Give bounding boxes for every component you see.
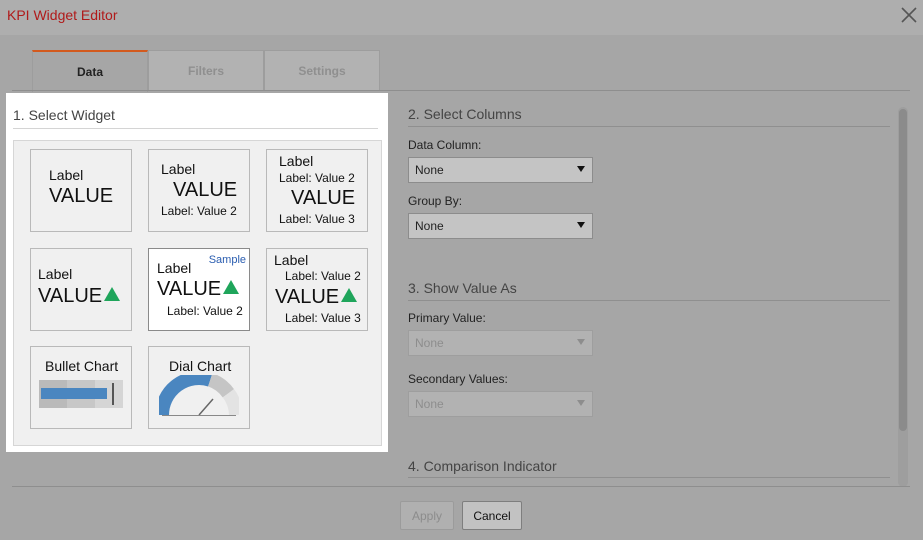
widget-sub-label: Label: Value 2 (161, 204, 237, 218)
widget-sub-label: Label: Value 2 (279, 171, 355, 185)
widget-label: Label (157, 260, 192, 276)
tab-filters[interactable]: Filters (148, 50, 264, 91)
caret-down-icon (577, 222, 585, 228)
widget-sub-label: Label: Value 2 (167, 304, 243, 318)
widget-option-value-indicator-sub[interactable]: Sample Label VALUE Label: Value 2 (148, 248, 250, 331)
select-widget-panel: 1. Select Widget Label VALUE Label VALUE… (6, 93, 388, 452)
dialog-body: Data Filters Settings 1. Select Widget L… (0, 35, 923, 540)
close-icon[interactable] (898, 4, 920, 26)
footer-divider (12, 486, 910, 487)
widget-sub-label: Label: Value 2 (285, 269, 361, 283)
primary-value-value: None (415, 336, 444, 350)
tab-data[interactable]: Data (32, 50, 148, 92)
secondary-values-value: None (415, 397, 444, 411)
tab-data-label: Data (76, 65, 103, 79)
widget-option-value-two-subs[interactable]: Label Label: Value 2 VALUE Label: Value … (266, 149, 368, 232)
widget-label: Label (38, 266, 73, 282)
caret-down-icon (577, 166, 585, 172)
group-by-value: None (415, 219, 444, 233)
widget-option-value-indicator-two-subs[interactable]: Label Label: Value 2 VALUE Label: Value … (266, 248, 368, 331)
tab-settings[interactable]: Settings (264, 50, 380, 91)
widget-option-dial-chart[interactable]: Dial Chart (148, 346, 250, 429)
group-by-select[interactable]: None (408, 213, 593, 239)
section-divider (13, 128, 378, 129)
widget-value: VALUE (275, 286, 340, 308)
widget-value: VALUE (49, 185, 114, 207)
widget-value: VALUE (157, 278, 222, 300)
triangle-up-icon (104, 287, 121, 301)
widget-value: VALUE (173, 179, 238, 201)
panel-scrollbar[interactable] (898, 107, 908, 487)
widget-gallery: Label VALUE Label VALUE Label: Value 2 L… (13, 140, 382, 446)
bullet-chart-icon (39, 380, 123, 408)
widget-label: Label (161, 161, 196, 177)
data-column-label: Data Column: (408, 138, 482, 152)
triangle-up-icon (341, 288, 358, 302)
section-divider (408, 300, 890, 301)
widget-label: Label (274, 252, 309, 268)
widget-option-value[interactable]: Label VALUE (30, 149, 132, 232)
select-columns-title: 2. Select Columns (408, 106, 522, 122)
primary-value-label: Primary Value: (408, 311, 486, 325)
dial-chart-icon (159, 375, 239, 416)
tab-settings-label: Settings (298, 64, 346, 78)
primary-value-select[interactable]: None (408, 330, 593, 356)
widget-label: Label (49, 167, 84, 183)
group-by-label: Group By: (408, 194, 463, 208)
widget-value: VALUE (291, 187, 356, 209)
widget-sub-label: Label: Value 3 (285, 311, 361, 325)
tab-filters-label: Filters (187, 64, 224, 78)
widget-sub-label: Label: Value 3 (279, 212, 355, 226)
caret-down-icon (577, 400, 585, 406)
widget-label: Label (279, 153, 314, 169)
sample-badge: Sample (208, 254, 246, 266)
widget-option-value-indicator[interactable]: Label VALUE (30, 248, 132, 331)
widget-option-value-sub[interactable]: Label VALUE Label: Value 2 (148, 149, 250, 232)
widget-option-bullet-chart[interactable]: Bullet Chart (30, 346, 132, 429)
widget-value: VALUE (38, 285, 103, 307)
secondary-values-label: Secondary Values: (408, 372, 508, 386)
secondary-values-select[interactable]: None (408, 391, 593, 417)
window-title: KPI Widget Editor (7, 7, 118, 23)
comparison-indicator-title: 4. Comparison Indicator (408, 458, 557, 474)
apply-button[interactable]: Apply (400, 501, 454, 530)
section-divider (408, 477, 890, 478)
widget-label: Bullet Chart (45, 358, 119, 374)
widget-label: Dial Chart (169, 358, 232, 374)
cancel-button[interactable]: Cancel (462, 501, 522, 530)
data-column-select[interactable]: None (408, 157, 593, 183)
config-panel: 2. Select Columns Data Column: None Grou… (408, 35, 890, 540)
triangle-up-icon (223, 280, 240, 294)
title-bar: KPI Widget Editor (0, 0, 923, 35)
data-column-value: None (415, 163, 444, 177)
select-widget-title: 1. Select Widget (13, 107, 115, 123)
scrollbar-thumb[interactable] (899, 109, 907, 431)
caret-down-icon (577, 339, 585, 345)
show-value-as-title: 3. Show Value As (408, 280, 517, 296)
section-divider (408, 126, 890, 127)
